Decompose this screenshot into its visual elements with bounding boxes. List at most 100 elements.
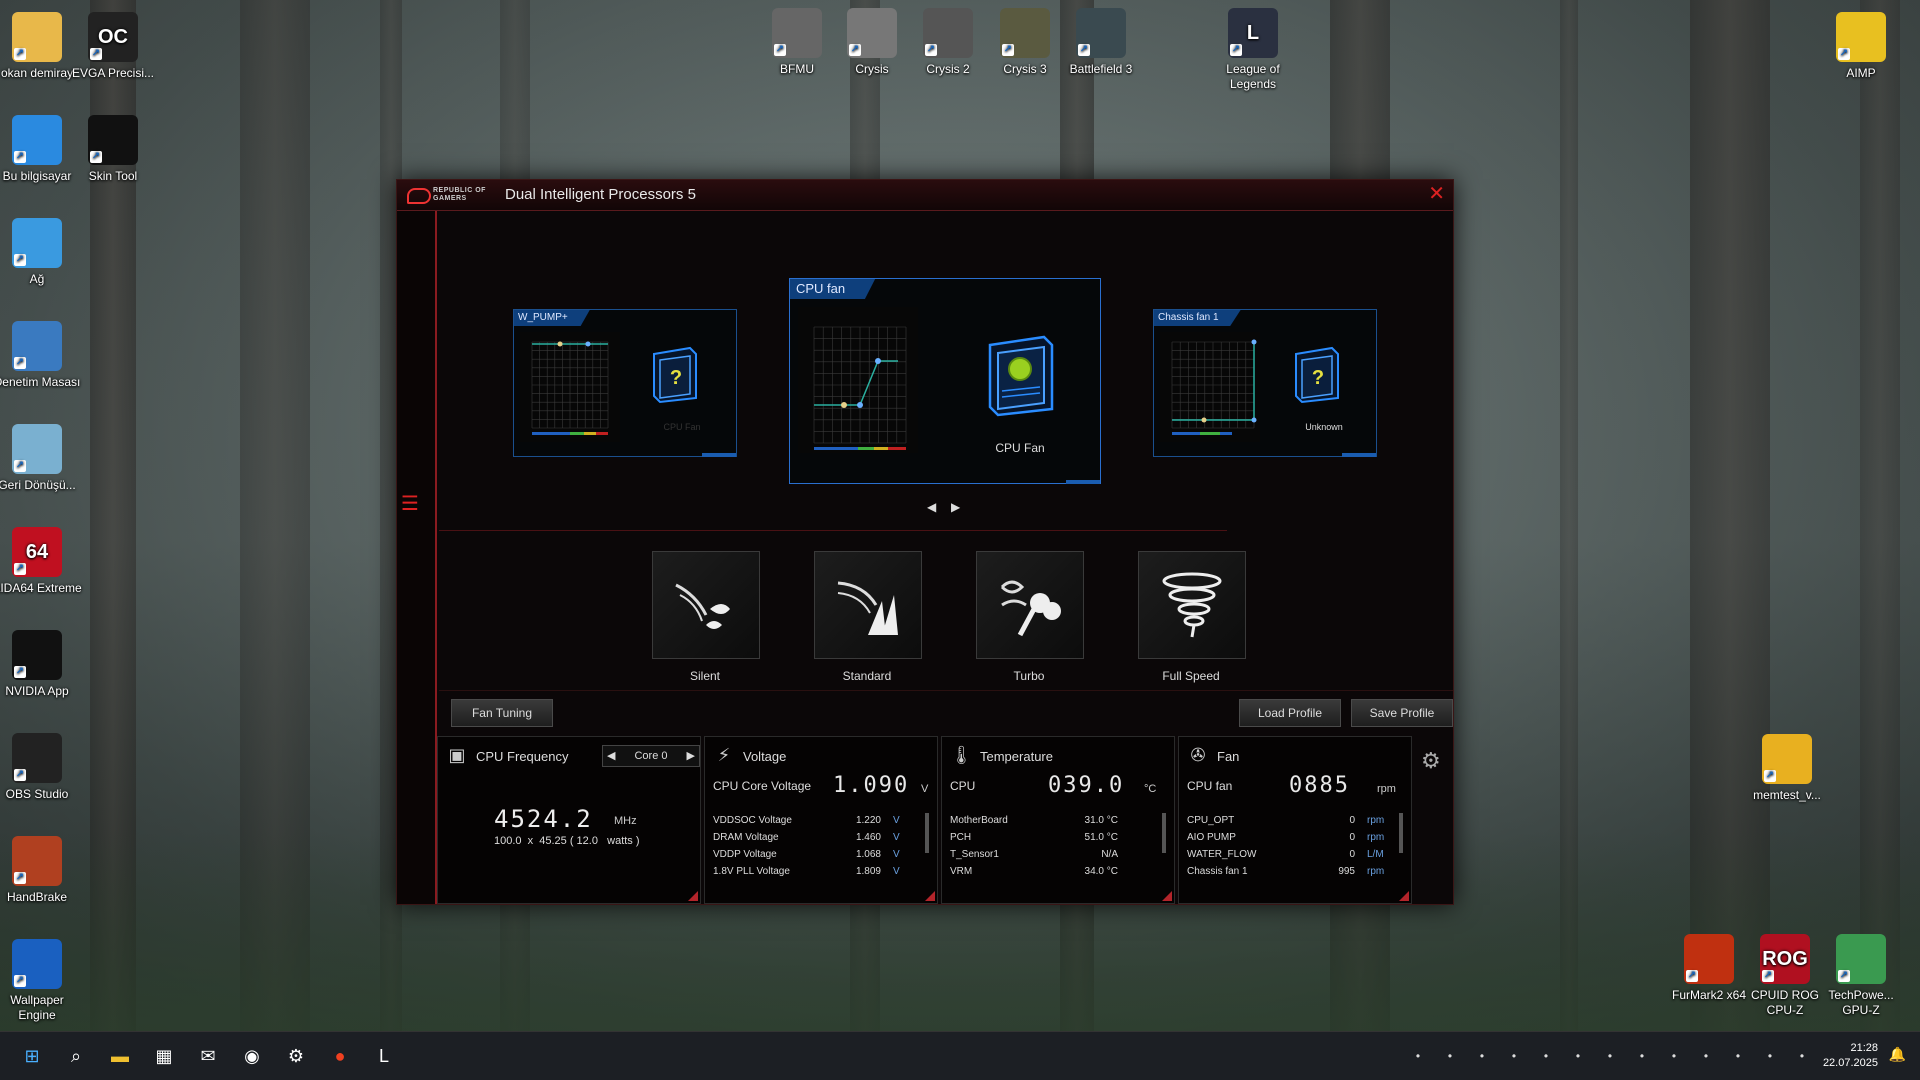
steam-tray-icon[interactable]: • (1570, 1048, 1586, 1064)
desktop-icon[interactable]: ↗ Wallpaper Engine (0, 939, 82, 1023)
load-profile-button[interactable]: Load Profile (1239, 699, 1341, 727)
desktop-icon[interactable]: ↗ Battlefield 3 (1056, 8, 1146, 77)
desktop-icon[interactable]: ↗ Skin Tool (68, 115, 158, 184)
mode-turbo[interactable]: Turbo (976, 551, 1084, 683)
record-tray-icon[interactable]: • (1442, 1048, 1458, 1064)
fan-card-cpu[interactable]: CPU fan CPU Fan (789, 278, 1101, 484)
wifi-tray-icon[interactable]: • (1666, 1048, 1682, 1064)
wallpaper-engine-icon: ↗ (12, 939, 62, 989)
shortcut-arrow-icon: ↗ (90, 48, 102, 60)
shortcut-arrow-icon: ↗ (14, 460, 26, 472)
desktop-icon-label: AIMP (1846, 66, 1876, 80)
scrollbar[interactable] (925, 813, 929, 853)
shortcut-arrow-icon: ↗ (14, 769, 26, 781)
desktop-icon[interactable]: OC ↗ EVGA Precisi... (68, 12, 158, 81)
outlook-icon[interactable]: ✉ (194, 1042, 222, 1070)
next-arrow-icon[interactable]: ▶ (951, 500, 960, 514)
crysis-icon: ↗ (847, 8, 897, 58)
reading-name: 1.8V PLL Voltage (713, 866, 790, 877)
file-explorer-icon[interactable]: ▬ (106, 1042, 134, 1070)
desktop-icon[interactable]: ↗ Geri Dönüşü... (0, 424, 82, 493)
reading-value: 31.0 °C (1084, 815, 1118, 826)
logitech-tray-icon[interactable]: • (1602, 1048, 1618, 1064)
shortcut-arrow-icon: ↗ (925, 44, 937, 56)
rog-eye-icon (407, 188, 431, 204)
desktop-icon[interactable]: ↗ HandBrake (0, 836, 82, 905)
desktop-icon[interactable]: L ↗ League of Legends (1208, 8, 1298, 92)
clock[interactable]: 21:28 22.07.2025 (1823, 1041, 1878, 1071)
fan-card-header: Chassis fan 1 (1154, 310, 1241, 326)
security-tray-icon[interactable]: • (1730, 1048, 1746, 1064)
prev-arrow-icon[interactable]: ◀ (927, 500, 936, 514)
core-next-icon[interactable]: ▶ (687, 746, 695, 766)
core-select[interactable]: ◀ Core 0 ▶ (602, 745, 700, 767)
network-tray-icon[interactable]: • (1506, 1048, 1522, 1064)
mode-silent[interactable]: Silent (652, 551, 760, 683)
title-bar[interactable]: REPUBLIC OF GAMERS Dual Intelligent Proce… (397, 180, 1453, 211)
reading-row: DRAM Voltage 1.460 V (713, 832, 913, 849)
search-icon[interactable]: ⌕ (62, 1042, 90, 1070)
display-tray-icon[interactable]: • (1762, 1048, 1778, 1064)
menu-toggle-icon[interactable]: ☰ (401, 491, 425, 515)
mode-standard[interactable]: Standard (814, 551, 922, 683)
steam-icon[interactable]: ⚙ (282, 1042, 310, 1070)
desktop-icon[interactable]: ↗ Denetim Masası (0, 321, 82, 390)
desktop-icon[interactable]: ↗ AIMP (1816, 12, 1906, 81)
shortcut-arrow-icon: ↗ (14, 254, 26, 266)
rog-logo: REPUBLIC OF GAMERS (407, 186, 487, 204)
fan-tuning-button[interactable]: Fan Tuning (451, 699, 553, 727)
close-button[interactable]: ✕ (1428, 183, 1445, 205)
reading-unit (1130, 866, 1150, 883)
core-prev-icon[interactable]: ◀ (607, 746, 615, 766)
desktop-icon[interactable]: ↗ NVIDIA App (0, 630, 82, 699)
settings-tray-icon[interactable]: • (1698, 1048, 1714, 1064)
mode-label: Full Speed (1162, 669, 1220, 683)
reading-value: 995 (1338, 866, 1355, 877)
shortcut-arrow-icon: ↗ (1838, 48, 1850, 60)
chrome-icon[interactable]: ◉ (238, 1042, 266, 1070)
reading-unit: V (893, 866, 900, 877)
fan-card-wpump[interactable]: W_PUMP+ ? CPU Fan (513, 309, 737, 457)
panel-title: CPU Frequency (476, 749, 569, 764)
nvidia-tray-icon[interactable]: • (1410, 1048, 1426, 1064)
panel-title: Fan (1217, 749, 1240, 764)
desktop-icon[interactable]: ↗ Ağ (0, 218, 82, 287)
scrollbar[interactable] (1399, 813, 1403, 853)
vpn-tray-icon[interactable]: • (1474, 1048, 1490, 1064)
reading-row: MotherBoard 31.0 °C (950, 815, 1150, 832)
store-icon[interactable]: ▦ (150, 1042, 178, 1070)
league-client-icon[interactable]: L (370, 1042, 398, 1070)
desktop-icon[interactable]: 64 ↗ AIDA64 Extreme (0, 527, 82, 596)
reading-name: T_Sensor1 (950, 849, 999, 860)
volume-tray-icon[interactable]: • (1794, 1048, 1810, 1064)
main-label: CPU fan (1187, 779, 1233, 793)
desktop-icon-label: EVGA Precisi... (71, 66, 155, 80)
ea-icon[interactable]: ● (326, 1042, 354, 1070)
reading-row: Chassis fan 1 995 rpm (1187, 866, 1387, 883)
save-profile-button[interactable]: Save Profile (1351, 699, 1453, 727)
aimp-icon: ↗ (1836, 12, 1886, 62)
reading-name: PCH (950, 832, 972, 843)
mode-label: Turbo (1013, 669, 1045, 683)
mode-full-speed[interactable]: Full Speed (1138, 551, 1246, 683)
panel-title: Voltage (743, 749, 787, 764)
cpu-frequency-panel: ▣ CPU Frequency ◀ Core 0 ▶ 4524.2 MHz 10… (437, 736, 701, 904)
folder-icon: ↗ (1762, 734, 1812, 784)
notification-icon[interactable]: 🔔 (1889, 1046, 1906, 1063)
fan-card-chassis1[interactable]: Chassis fan 1 ? Unknown (1153, 309, 1377, 457)
msi-tray-icon[interactable]: • (1634, 1048, 1650, 1064)
start-icon[interactable]: ⊞ (18, 1042, 46, 1070)
desktop-icon[interactable]: ↗ TechPowe... GPU-Z (1816, 934, 1906, 1018)
obs-icon: ↗ (12, 733, 62, 783)
desktop-icon[interactable]: ↗ OBS Studio (0, 733, 82, 802)
icon-glyph: 64 (25, 540, 49, 563)
desktop-icon[interactable]: ↗ memtest_v... (1742, 734, 1832, 803)
app-tray-icon[interactable]: • (1538, 1048, 1554, 1064)
cpu-frequency-value: 4524.2 (494, 805, 593, 833)
fan-card-header: CPU fan (790, 279, 876, 299)
shortcut-arrow-icon: ↗ (1230, 44, 1242, 56)
fan-card-label: CPU Fan (995, 441, 1045, 455)
scrollbar[interactable] (1162, 813, 1166, 853)
fan-curve-chart (798, 307, 918, 453)
settings-gear-icon[interactable]: ⚙ (1421, 748, 1441, 774)
